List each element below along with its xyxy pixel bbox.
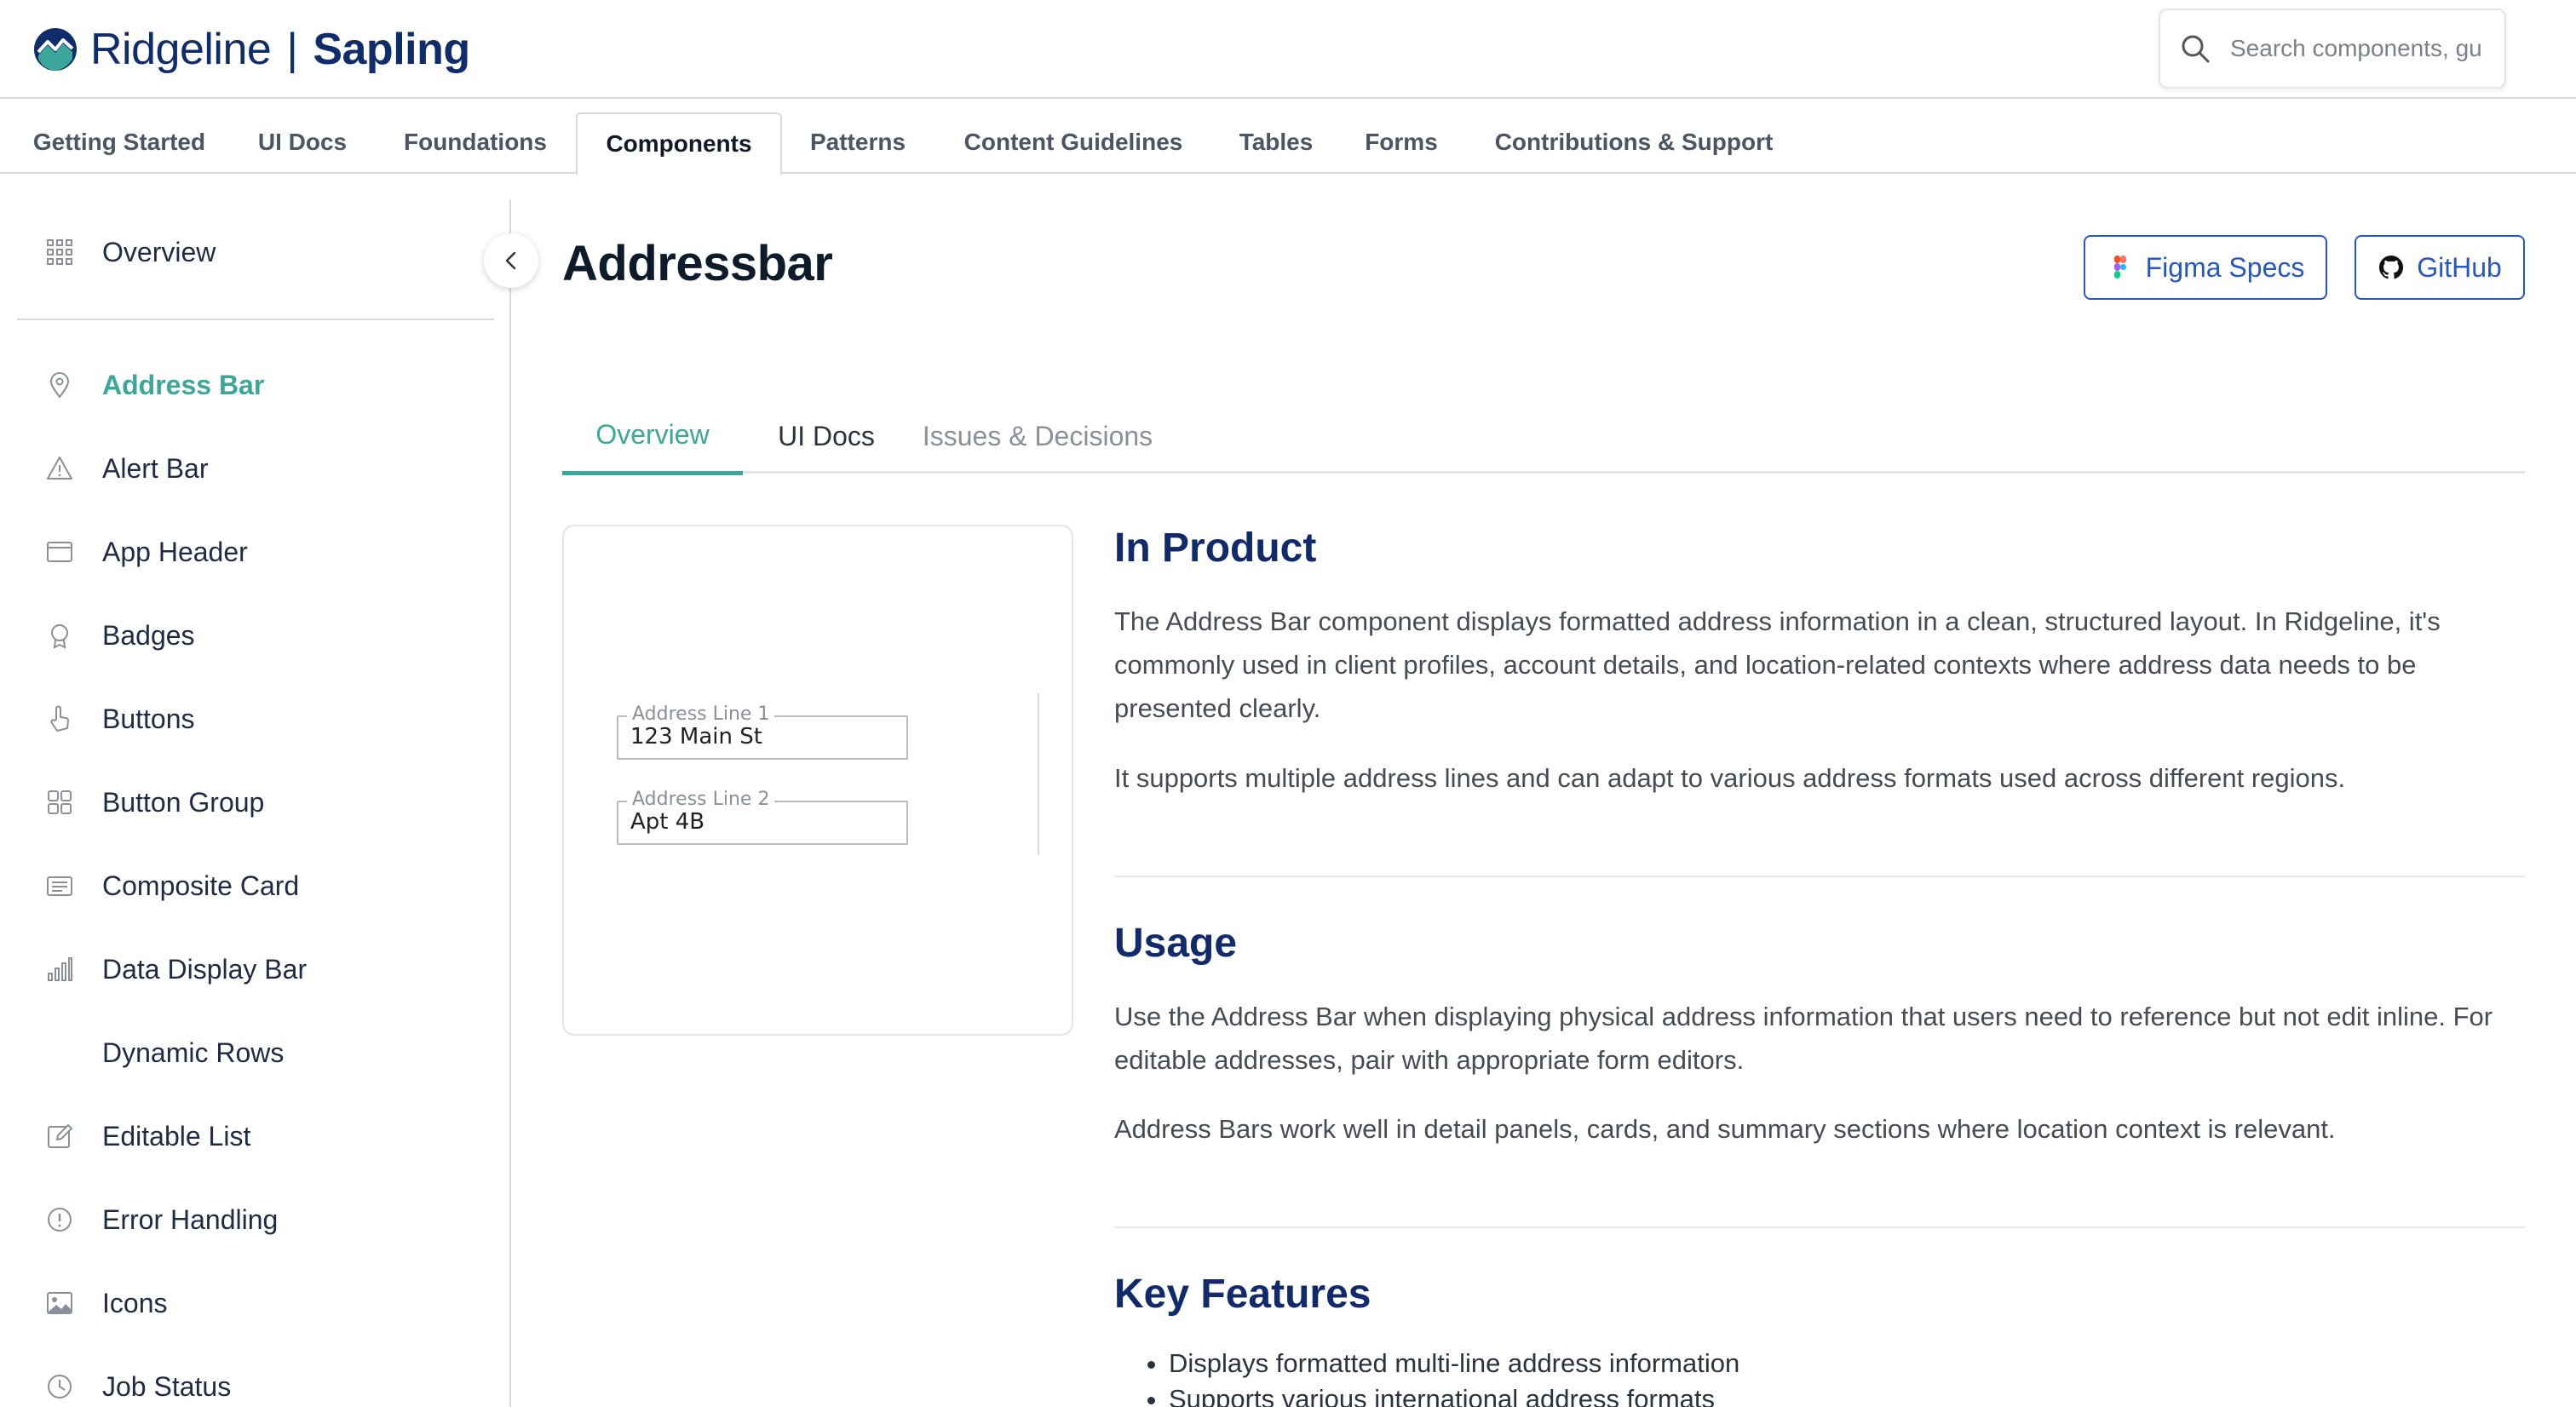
tab-patterns[interactable]: Patterns [797,112,918,172]
app-header: Ridgeline | Sapling [0,0,2576,99]
key-features-list: Displays formatted multi-line address in… [1169,1346,1739,1407]
sidebar-item-label: Composite Card [102,870,300,901]
sidebar-item-job-status[interactable]: Job Status [17,1359,494,1407]
subtab-overview[interactable]: Overview [562,399,743,475]
sidebar-item-buttons[interactable]: Buttons [17,692,494,746]
ridgeline-logo-icon [34,28,77,71]
sidebar-item-label: Icons [102,1287,168,1318]
sidebar-item-alert-bar[interactable]: Alert Bar [17,441,494,496]
usage-paragraph-2: Address Bars work well in detail panels,… [1114,1114,2336,1144]
component-preview: Address Line 1 123 Main St Address Line … [562,525,1073,1036]
sidebar: Overview Address Bar Alert Bar App Heade… [0,199,511,1407]
sidebar-divider [17,319,494,320]
sidebar-item-label: Data Display Bar [102,953,308,985]
brand-name: Ridgeline [90,25,272,74]
address-line-1-label: Address Line 1 [627,704,775,725]
address-line-1-value: 123 Main St [630,724,762,749]
card-list-icon [17,859,102,913]
sidebar-item-icons[interactable]: Icons [17,1276,494,1330]
bar-chart-icon [17,942,102,996]
warning-triangle-icon [17,441,102,496]
brand-separator: | [286,25,298,74]
list-item: Supports various international address f… [1169,1381,1739,1407]
chevron-left-icon [505,251,516,270]
sidebar-item-data-display-bar[interactable]: Data Display Bar [17,942,494,996]
sidebar-item-error-handling[interactable]: Error Handling [17,1192,494,1247]
window-icon [17,525,102,579]
sidebar-item-app-header[interactable]: App Header [17,525,494,579]
section-heading-key-features: Key Features [1114,1272,1371,1317]
search-icon [2182,35,2210,63]
sidebar-item-address-bar[interactable]: Address Bar [17,358,494,412]
tab-components[interactable]: Components [576,112,782,175]
subtab-issues-decisions[interactable]: Issues & Decisions [910,399,1165,474]
address-line-2-label: Address Line 2 [627,789,775,810]
sidebar-item-editable-list[interactable]: Editable List [17,1109,494,1163]
sidebar-item-label: Overview [102,236,216,267]
tab-tables[interactable]: Tables [1227,112,1325,172]
sidebar-item-label: Error Handling [102,1203,279,1235]
github-label: GitHub [2417,251,2502,283]
alert-circle-icon [17,1192,102,1247]
github-button[interactable]: GitHub [2355,235,2525,300]
image-icon [17,1276,102,1330]
search-box[interactable] [2159,9,2506,89]
section-heading-usage: Usage [1114,921,1238,966]
address-line-2-field: Address Line 2 Apt 4B [617,789,908,845]
pointer-hand-icon [17,692,102,746]
top-navigation: Getting Started UI Docs Foundations Comp… [0,100,2576,175]
sidebar-item-label: Button Group [102,786,265,818]
sidebar-item-dynamic-rows[interactable]: Dynamic Rows [17,1025,494,1080]
address-line-1-field: Address Line 1 123 Main St [617,704,908,760]
sidebar-item-label: App Header [102,536,248,567]
sidebar-collapse-button[interactable] [484,233,538,288]
brand[interactable]: Ridgeline | Sapling [32,20,470,78]
edit-icon [17,1109,102,1163]
sidebar-item-label: Badges [102,619,195,651]
grid-dots-icon [17,225,102,279]
sidebar-item-overview[interactable]: Overview [17,225,494,279]
tab-getting-started[interactable]: Getting Started [17,112,221,172]
map-pin-icon [17,358,102,412]
tab-forms[interactable]: Forms [1354,112,1448,172]
in-product-paragraph-1: The Address Bar component displays forma… [1114,606,2441,723]
sidebar-item-label: Editable List [102,1120,251,1151]
product-name: Sapling [313,25,470,74]
grid-squares-icon [17,775,102,830]
figma-icon [2113,256,2126,279]
sidebar-item-label: Job Status [102,1370,232,1402]
github-icon [2379,255,2404,279]
section-heading-in-product: In Product [1114,525,1317,571]
page-title: Addressbar [562,236,833,291]
list-item: Displays formatted multi-line address in… [1169,1346,1739,1381]
sidebar-item-label: Dynamic Rows [102,1037,285,1068]
sidebar-item-label: Address Bar [102,369,265,400]
sidebar-item-button-group[interactable]: Button Group [17,775,494,830]
sidebar-item-label: Buttons [102,703,195,734]
figma-specs-button[interactable]: Figma Specs [2084,235,2327,300]
tab-ui-docs[interactable]: UI Docs [247,112,358,172]
tab-content-guidelines[interactable]: Content Guidelines [946,112,1201,172]
address-line-2-value: Apt 4B [630,809,705,835]
section-divider [1114,876,2525,877]
usage-paragraph-1: Use the Address Bar when displaying phys… [1114,1002,2493,1075]
sidebar-item-label: Alert Bar [102,452,209,484]
section-divider [1114,1226,2525,1228]
preview-scrollbar[interactable] [1038,693,1039,855]
clock-icon [17,1359,102,1407]
brand-text: Ridgeline | Sapling [90,24,470,75]
figma-specs-label: Figma Specs [2145,251,2305,283]
in-product-paragraph-2: It supports multiple address lines and c… [1114,763,2346,793]
sidebar-item-composite-card[interactable]: Composite Card [17,859,494,913]
tab-foundations[interactable]: Foundations [383,112,567,172]
sidebar-item-badges[interactable]: Badges [17,608,494,663]
content-tabs: Overview UI Docs Issues & Decisions [562,399,2525,475]
subtab-ui-docs[interactable]: UI Docs [760,399,893,474]
search-input[interactable] [2230,35,2486,62]
badge-icon [17,608,102,663]
tab-contributions-support[interactable]: Contributions & Support [1482,112,1785,172]
